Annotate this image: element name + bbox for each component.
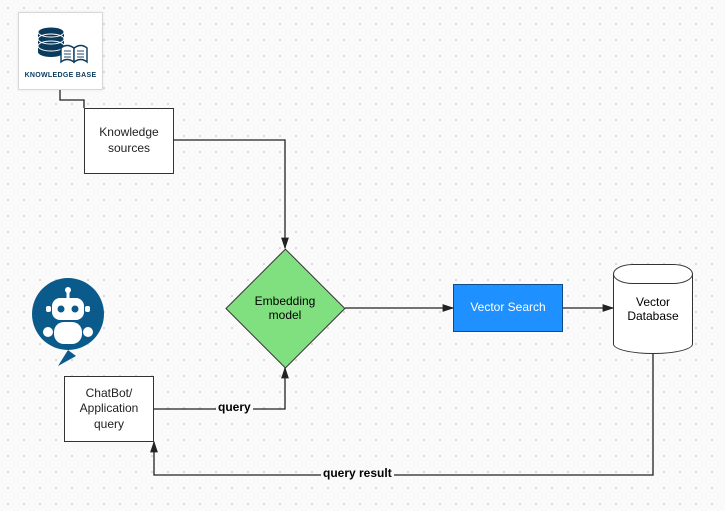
chatbot-robot-icon [28,276,108,356]
node-knowledge-sources: Knowledge sources [84,108,174,174]
node-label: Embedding model [225,248,345,368]
diagram-canvas: KNOWLEDGE BASE Knowledge sources Embeddi… [0,0,725,511]
node-vector-search: Vector Search [453,284,563,332]
edge-label-query: query [216,400,253,414]
node-embedding-model: Embedding model [225,248,345,368]
node-label: Vector Search [470,300,545,316]
knowledge-base-icon-card: KNOWLEDGE BASE [18,12,103,90]
knowledge-base-caption: KNOWLEDGE BASE [25,72,97,79]
node-label: ChatBot/ Application query [65,386,153,433]
node-vector-database: Vector Database [613,264,693,354]
edge-label-query-result: query result [321,466,394,480]
node-chatbot-query: ChatBot/ Application query [64,376,154,442]
node-label: Vector Database [613,264,693,354]
node-label: Knowledge sources [85,125,173,156]
database-book-icon [31,24,91,68]
